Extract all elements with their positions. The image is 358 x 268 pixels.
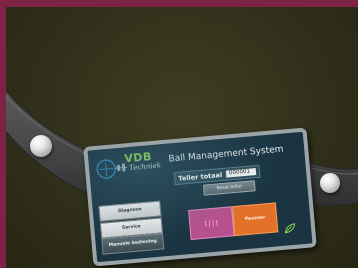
control-panel: VDB Techniek Ball Management System Tell… — [83, 127, 317, 267]
scene-background: VDB Techniek Ball Management System Tell… — [6, 7, 358, 268]
ball-icon — [30, 135, 52, 157]
teller-label: Teller totaal — [177, 170, 223, 183]
mode-button[interactable]: [||] — [188, 206, 235, 240]
pause-button[interactable]: Pauzeer — [231, 202, 279, 237]
leaf-icon — [284, 223, 296, 234]
ball-icon — [320, 173, 340, 193]
reset-counter-button[interactable]: Reset teller — [202, 180, 256, 196]
teller-value-field[interactable]: 000001 — [225, 168, 257, 178]
app-title: Ball Management System — [168, 144, 284, 165]
